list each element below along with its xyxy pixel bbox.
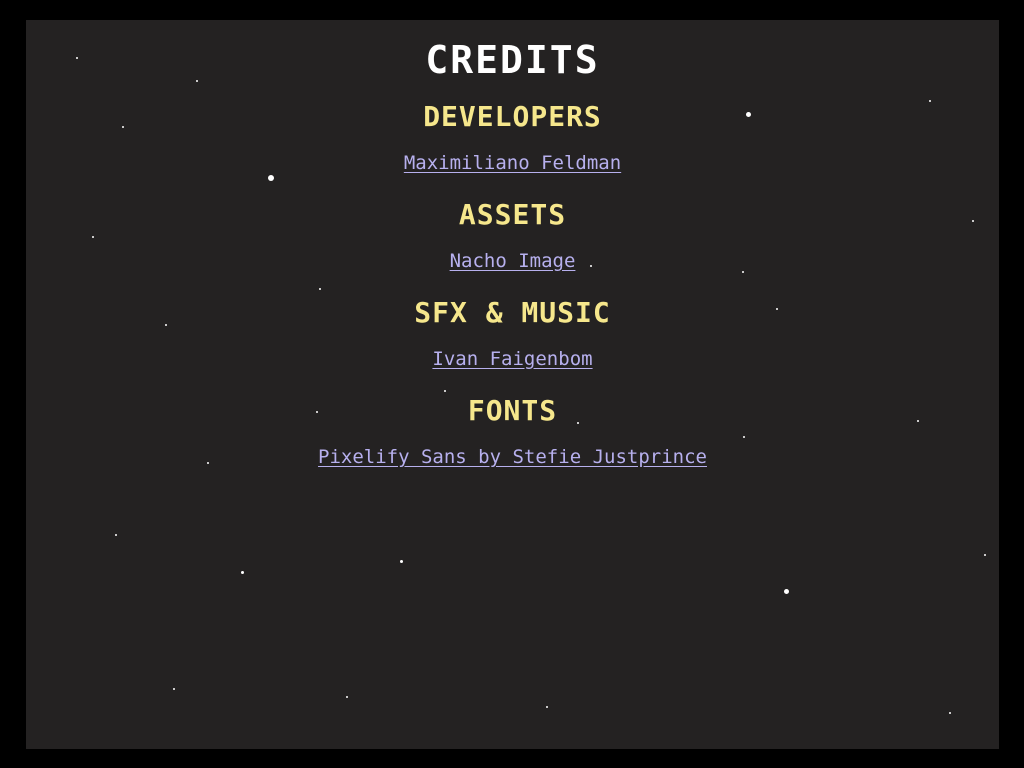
star — [949, 712, 951, 714]
star — [984, 554, 986, 556]
star — [546, 706, 548, 708]
star — [115, 534, 117, 536]
star — [400, 560, 403, 563]
developers-section: DEVELOPERS Maximiliano Feldman — [26, 98, 999, 176]
fonts-heading: FONTS — [467, 394, 558, 427]
assets-credit-link[interactable]: Nacho Image — [450, 248, 576, 274]
fonts-section: FONTS Pixelify Sans by Stefie Justprince — [26, 392, 999, 470]
sfx-music-section: SFX & MUSIC Ivan Faigenbom — [26, 294, 999, 372]
sfx-music-heading: SFX & MUSIC — [414, 296, 611, 329]
star — [784, 589, 789, 594]
developer-credit-link[interactable]: Maximiliano Feldman — [404, 150, 621, 176]
assets-section: ASSETS Nacho Image — [26, 196, 999, 274]
credits-panel: CREDITS DEVELOPERS Maximiliano Feldman A… — [26, 38, 999, 470]
game-screen: CREDITS DEVELOPERS Maximiliano Feldman A… — [26, 20, 999, 749]
star — [173, 688, 175, 690]
star — [241, 571, 244, 574]
credits-title: CREDITS — [425, 38, 600, 82]
star — [346, 696, 348, 698]
developers-heading: DEVELOPERS — [423, 100, 602, 133]
sfx-music-credit-link[interactable]: Ivan Faigenbom — [432, 346, 592, 372]
assets-heading: ASSETS — [458, 198, 567, 231]
fonts-credit-link[interactable]: Pixelify Sans by Stefie Justprince — [318, 444, 707, 470]
